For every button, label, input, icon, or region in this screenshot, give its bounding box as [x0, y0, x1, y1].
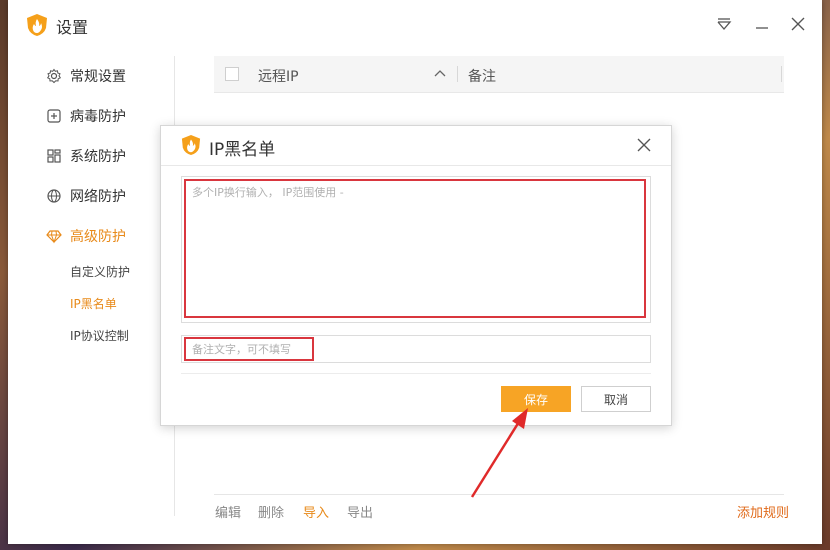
table-header: 远程IP 备注 — [214, 56, 784, 93]
ip-blacklist-dialog: IP黑名单 保存 取消 — [160, 125, 672, 426]
gear-icon — [46, 68, 62, 84]
delete-link[interactable]: 删除 — [258, 502, 284, 521]
export-link[interactable]: 导出 — [347, 502, 373, 521]
column-header-remote-ip[interactable]: 远程IP — [258, 66, 299, 86]
ip-input-container — [181, 176, 651, 323]
dialog-footer-divider — [181, 373, 651, 374]
sidebar-item-label: 常规设置 — [70, 69, 126, 85]
grid-icon — [47, 149, 61, 163]
column-separator — [457, 66, 458, 82]
menu-dropdown-icon[interactable] — [714, 14, 734, 34]
window-title: 设置 — [56, 18, 89, 37]
sidebar-item-advanced[interactable]: 高级防护 — [46, 224, 126, 248]
close-icon[interactable] — [636, 137, 652, 153]
sidebar-subitem-ip-protocol[interactable]: IP协议控制 — [70, 327, 129, 344]
dialog-divider — [161, 165, 671, 166]
sidebar-subitem-custom[interactable]: 自定义防护 — [70, 263, 130, 280]
sidebar-item-label: 系统防护 — [70, 149, 126, 165]
import-link[interactable]: 导入 — [303, 502, 329, 521]
sidebar-item-general[interactable]: 常规设置 — [46, 64, 126, 88]
sidebar-item-label: 病毒防护 — [70, 109, 126, 125]
sidebar: 常规设置 病毒防护 系统防护 网络防护 高级防护 自定义防护 IP黑名单 IP协… — [8, 46, 174, 544]
globe-icon — [47, 189, 61, 203]
diamond-icon — [46, 230, 62, 244]
plus-square-icon — [47, 109, 61, 123]
ip-list-input[interactable] — [184, 179, 646, 318]
sidebar-item-system[interactable]: 系统防护 — [46, 144, 126, 168]
sidebar-item-label: 高级防护 — [70, 229, 126, 245]
sidebar-item-label: 网络防护 — [70, 189, 126, 205]
dialog-title: IP黑名单 — [209, 140, 276, 160]
edit-link[interactable]: 编辑 — [215, 502, 241, 521]
add-rule-link[interactable]: 添加规则 — [737, 502, 789, 521]
sidebar-item-virus[interactable]: 病毒防护 — [46, 104, 126, 128]
cancel-button[interactable]: 取消 — [581, 386, 651, 412]
note-input-container — [181, 335, 651, 363]
annotation-arrow-icon — [470, 408, 528, 498]
column-header-note[interactable]: 备注 — [468, 66, 496, 86]
column-separator — [781, 66, 782, 82]
select-all-checkbox[interactable] — [225, 67, 239, 81]
sort-up-icon[interactable] — [434, 68, 446, 78]
titlebar: 设置 — [8, 0, 822, 46]
sidebar-subitem-ip-blacklist[interactable]: IP黑名单 — [70, 295, 117, 312]
close-icon[interactable] — [788, 14, 808, 34]
sidebar-item-network[interactable]: 网络防护 — [46, 184, 126, 208]
app-logo-icon — [181, 135, 201, 155]
app-logo-icon — [27, 14, 47, 36]
minimize-icon[interactable] — [752, 14, 772, 34]
note-input[interactable] — [184, 337, 314, 361]
